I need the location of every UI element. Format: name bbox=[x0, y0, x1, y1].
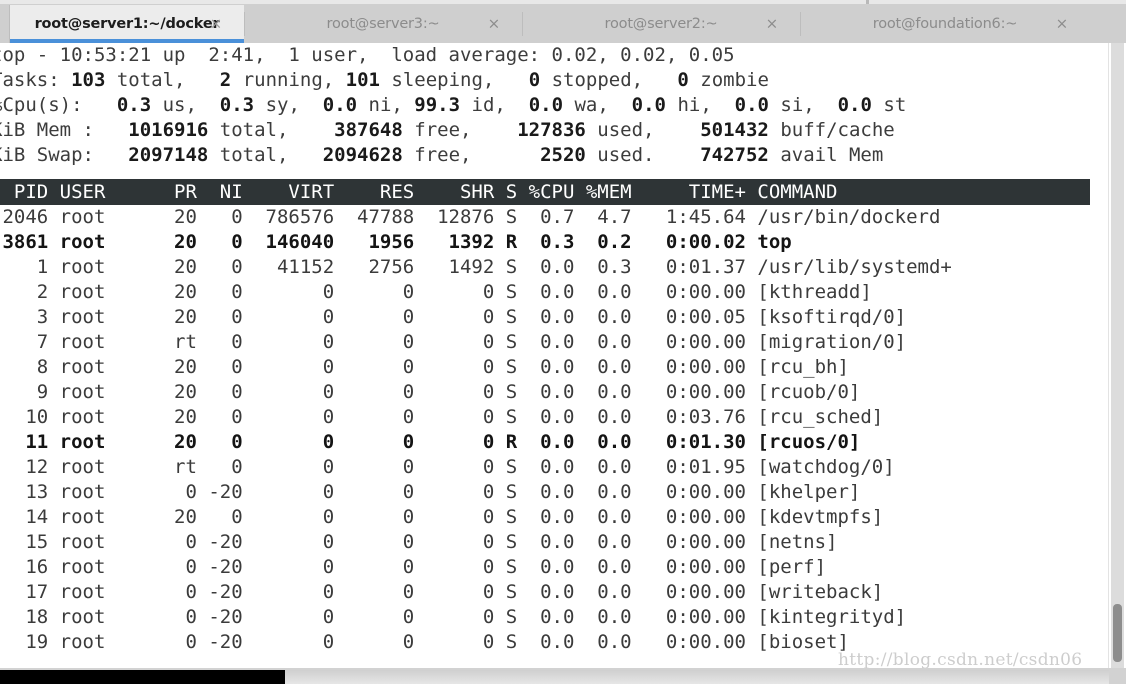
table-row: 17 root 0 -20 0 0 0 S 0.0 0.0 0:00.00 [w… bbox=[0, 581, 884, 603]
process-table-header-text: PID USER PR NI VIRT RES SHR S %CPU %MEM … bbox=[0, 181, 838, 203]
tab-label: root@server1:~/docker bbox=[34, 16, 220, 32]
table-row: 8 root 20 0 0 0 0 S 0.0 0.0 0:00.00 [rcu… bbox=[0, 356, 849, 378]
tab-bar-left-edge bbox=[0, 5, 10, 43]
tab-label: root@server3:~ bbox=[326, 16, 440, 32]
tab-root-server2[interactable]: root@server2:~ × bbox=[522, 5, 800, 43]
top-swap-line: KiB Swap: 2097148 total, 2094628 free, 2… bbox=[0, 144, 884, 166]
process-table-rows: 2046 root 20 0 786576 47788 12876 S 0.7 … bbox=[0, 205, 1126, 655]
table-row: 12 root rt 0 0 0 0 S 0.0 0.0 0:01.95 [wa… bbox=[0, 456, 895, 478]
tab-label: root@foundation6:~ bbox=[872, 16, 1018, 32]
tab-root-server3[interactable]: root@server3:~ × bbox=[244, 5, 522, 43]
table-row: 11 root 20 0 0 0 0 R 0.0 0.0 0:01.30 [rc… bbox=[0, 431, 861, 453]
close-icon[interactable]: × bbox=[1056, 16, 1069, 32]
terminal-window: root@server1:~/docker × root@server3:~ ×… bbox=[0, 0, 1126, 684]
table-row: 18 root 0 -20 0 0 0 S 0.0 0.0 0:00.00 [k… bbox=[0, 606, 907, 628]
terminal-body[interactable]: top - 10:53:21 up 2:41, 1 user, load ave… bbox=[0, 43, 1126, 684]
horizontal-scrollbar-thumb[interactable] bbox=[0, 670, 285, 684]
terminal-content: top - 10:53:21 up 2:41, 1 user, load ave… bbox=[0, 43, 1126, 655]
tab-bar: root@server1:~/docker × root@server3:~ ×… bbox=[0, 5, 1126, 43]
table-row: 10 root 20 0 0 0 0 S 0.0 0.0 0:03.76 [rc… bbox=[0, 406, 884, 428]
table-row: 14 root 20 0 0 0 0 S 0.0 0.0 0:00.00 [kd… bbox=[0, 506, 884, 528]
top-uptime-line: top - 10:53:21 up 2:41, 1 user, load ave… bbox=[0, 44, 735, 66]
close-icon[interactable]: × bbox=[766, 16, 779, 32]
tab-root-foundation6[interactable]: root@foundation6:~ × bbox=[800, 5, 1090, 43]
table-row: 15 root 0 -20 0 0 0 S 0.0 0.0 0:00.00 [n… bbox=[0, 531, 838, 553]
table-row: 19 root 0 -20 0 0 0 S 0.0 0.0 0:00.00 [b… bbox=[0, 631, 849, 653]
table-row: 13 root 0 -20 0 0 0 S 0.0 0.0 0:00.00 [k… bbox=[0, 481, 861, 503]
table-row: 9 root 20 0 0 0 0 S 0.0 0.0 0:00.00 [rcu… bbox=[0, 381, 861, 403]
vertical-scrollbar[interactable] bbox=[1108, 43, 1126, 668]
process-table-header: PID USER PR NI VIRT RES SHR S %CPU %MEM … bbox=[0, 179, 1126, 205]
table-row: 2 root 20 0 0 0 0 S 0.0 0.0 0:00.00 [kth… bbox=[0, 281, 872, 303]
tab-bar-right-filler bbox=[1090, 5, 1126, 43]
top-mem-line: KiB Mem : 1016916 total, 387648 free, 12… bbox=[0, 119, 895, 141]
close-icon[interactable]: × bbox=[488, 16, 501, 32]
table-row: 2046 root 20 0 786576 47788 12876 S 0.7 … bbox=[0, 206, 941, 228]
vertical-scrollbar-track[interactable] bbox=[1111, 43, 1124, 668]
table-row: 3 root 20 0 0 0 0 S 0.0 0.0 0:00.05 [kso… bbox=[0, 306, 907, 328]
top-tasks-line: Tasks: 103 total, 2 running, 101 sleepin… bbox=[0, 69, 769, 91]
table-row: 7 root rt 0 0 0 0 S 0.0 0.0 0:00.00 [mig… bbox=[0, 331, 907, 353]
horizontal-scrollbar[interactable] bbox=[0, 668, 1126, 684]
table-row: 1 root 20 0 41152 2756 1492 S 0.0 0.3 0:… bbox=[0, 256, 952, 278]
top-cpu-line: %Cpu(s): 0.3 us, 0.3 sy, 0.0 ni, 99.3 id… bbox=[0, 94, 907, 116]
vertical-scrollbar-thumb[interactable] bbox=[1113, 604, 1122, 662]
tab-root-server1-docker[interactable]: root@server1:~/docker × bbox=[10, 5, 244, 43]
table-row: 3861 root 20 0 146040 1956 1392 R 0.3 0.… bbox=[0, 231, 792, 253]
table-row: 16 root 0 -20 0 0 0 S 0.0 0.0 0:00.00 [p… bbox=[0, 556, 827, 578]
tab-label: root@server2:~ bbox=[604, 16, 718, 32]
close-icon[interactable]: × bbox=[210, 16, 223, 32]
